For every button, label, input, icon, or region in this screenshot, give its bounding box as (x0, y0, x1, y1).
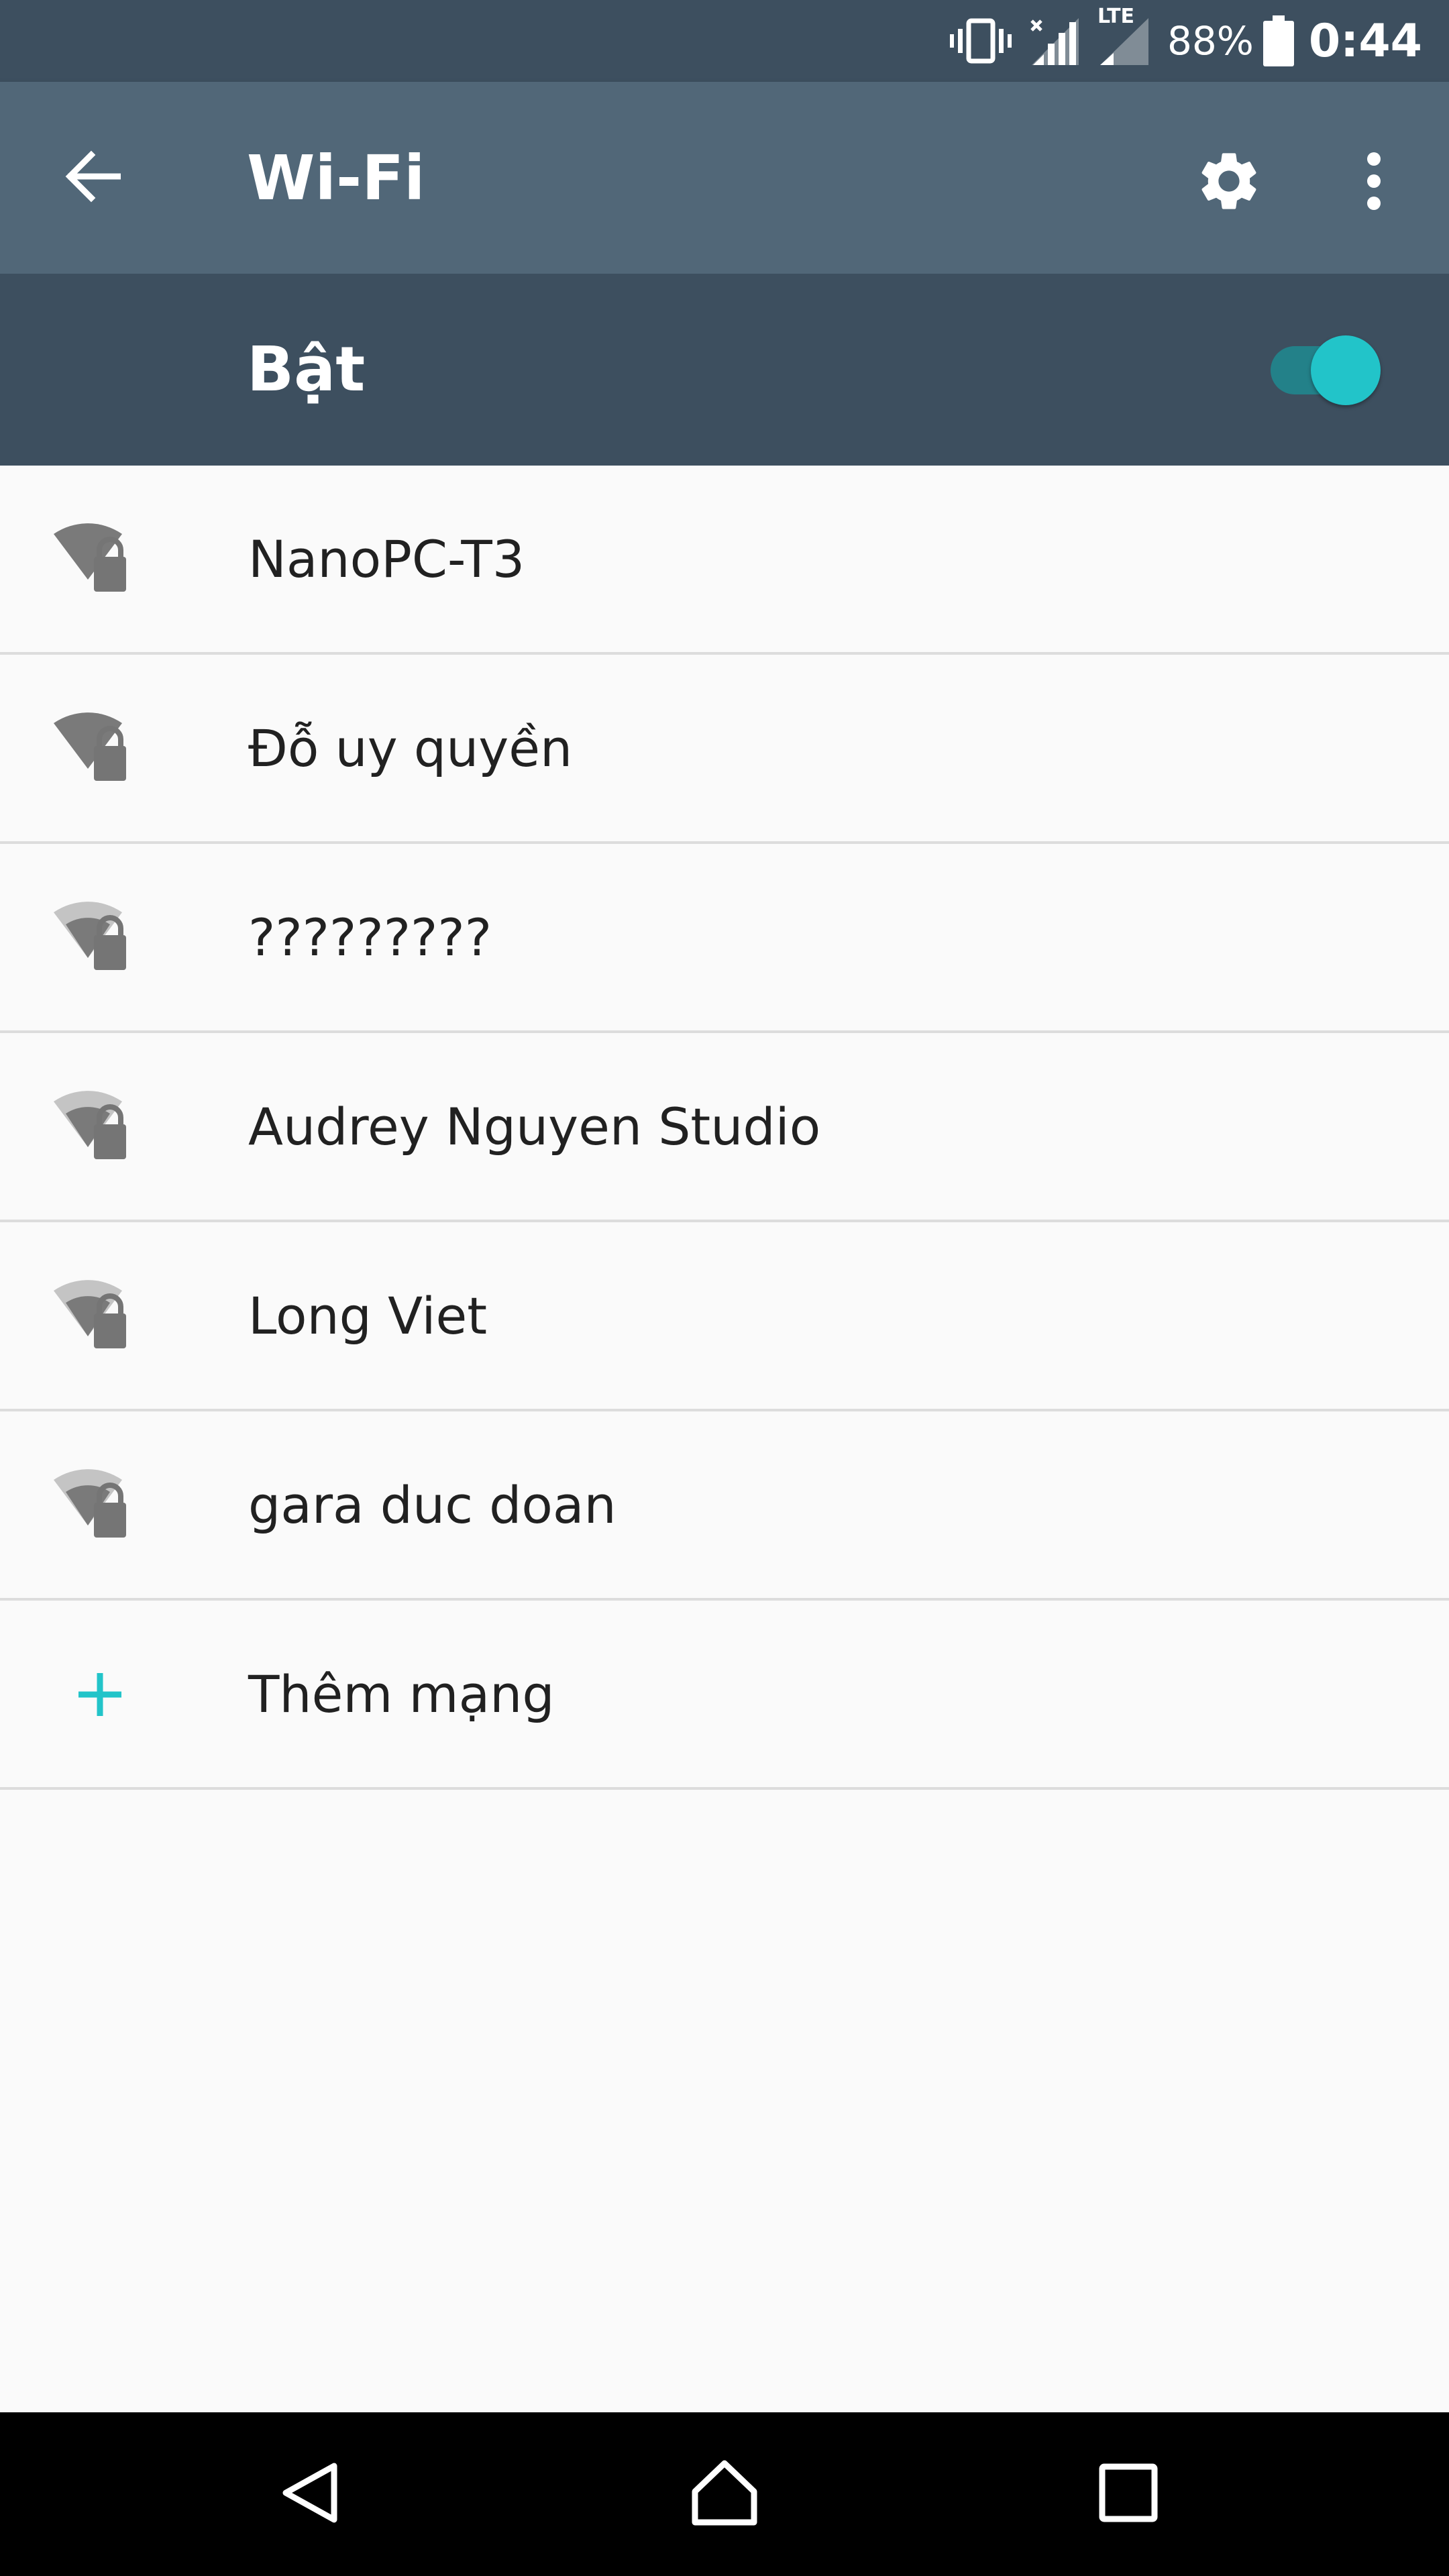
navigation-bar (0, 2412, 1449, 2576)
wifi-lock-icon (51, 1456, 152, 1556)
page-title: Wi-Fi (247, 142, 425, 214)
status-bar: LTE 88% 0:44 (0, 0, 1449, 82)
network-row-unknown[interactable]: ????????? (0, 844, 1449, 1033)
wifi-lock-icon (51, 699, 152, 800)
network-name: Đỗ uy quyền (248, 718, 573, 778)
battery-icon (1263, 15, 1294, 66)
recents-icon (1098, 2463, 1159, 2526)
wifi-lock-icon (51, 510, 152, 610)
network-row-long-viet[interactable]: Long Viet (0, 1222, 1449, 1411)
nav-home-button[interactable] (684, 2454, 765, 2534)
add-network-row[interactable]: Thêm mạng (0, 1601, 1449, 1790)
back-button[interactable] (60, 146, 125, 210)
wifi-lock-icon (51, 1267, 152, 1367)
nav-recents-button[interactable] (1088, 2454, 1169, 2534)
lte-label: LTE (1097, 5, 1135, 28)
network-row-gara-duc-doan[interactable]: gara duc doan (0, 1411, 1449, 1601)
network-list: NanoPC-T3 Đỗ uy quyền ????????? Audrey N… (0, 466, 1449, 1790)
network-row-nanopc-t3[interactable]: NanoPC-T3 (0, 466, 1449, 655)
network-name: ????????? (248, 907, 492, 967)
app-bar: Wi-Fi (0, 82, 1449, 274)
plus-icon (51, 1645, 152, 1746)
more-options-button[interactable] (1342, 142, 1406, 223)
settings-button[interactable] (1189, 142, 1269, 223)
wifi-switch-thumb[interactable] (1311, 335, 1381, 405)
wifi-lock-icon (51, 888, 152, 989)
network-row-do-uy-quyen[interactable]: Đỗ uy quyền (0, 655, 1449, 844)
signal-no-service-icon (1028, 14, 1081, 68)
back-arrow-icon (64, 148, 121, 207)
network-row-audrey-nguyen-studio[interactable]: Audrey Nguyen Studio (0, 1033, 1449, 1222)
back-triangle-icon (276, 2459, 343, 2529)
wifi-lock-icon (51, 1077, 152, 1178)
network-name: Long Viet (248, 1285, 488, 1346)
home-icon (690, 2458, 759, 2530)
wifi-toggle-bar[interactable]: Bật (0, 274, 1449, 466)
network-name: NanoPC-T3 (248, 529, 525, 589)
lte-signal-icon: LTE (1097, 5, 1151, 68)
more-vert-icon (1366, 151, 1382, 214)
clock: 0:44 (1308, 14, 1422, 68)
network-name: Audrey Nguyen Studio (248, 1096, 821, 1157)
battery-percent: 88% (1167, 18, 1254, 64)
network-name: gara duc doan (248, 1474, 616, 1535)
nav-back-button[interactable] (270, 2454, 350, 2534)
wifi-toggle-label: Bật (247, 333, 366, 405)
vibrate-icon (949, 17, 1012, 65)
add-network-label: Thêm mạng (248, 1664, 555, 1724)
gear-icon (1194, 146, 1264, 219)
